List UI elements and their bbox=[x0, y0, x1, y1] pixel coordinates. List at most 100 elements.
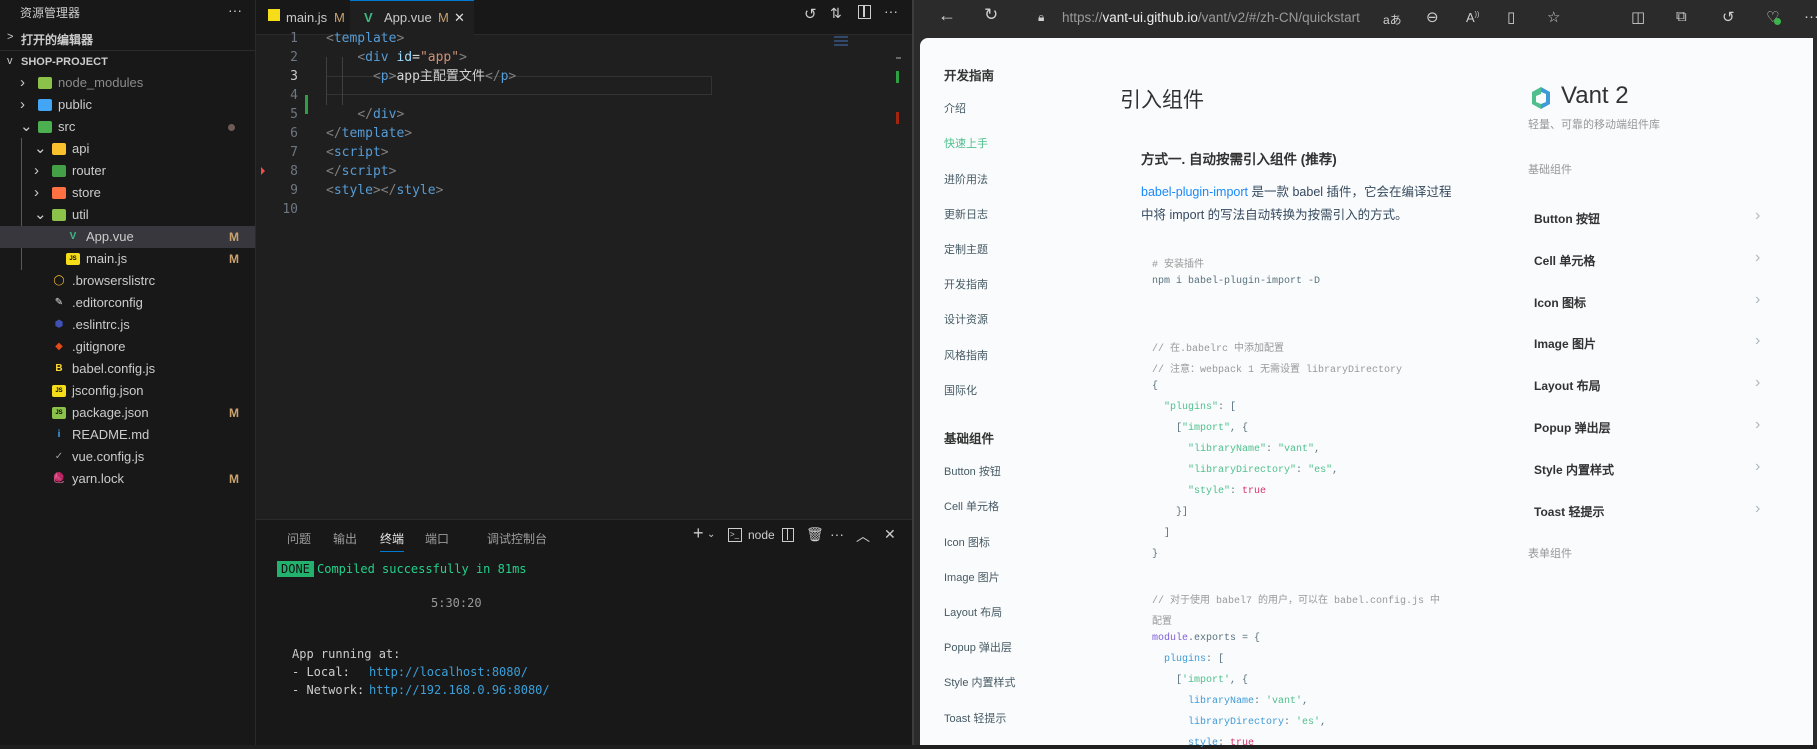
file-icon: ⬢ bbox=[54, 319, 64, 330]
component-list-item[interactable]: Image 图片 › bbox=[920, 332, 1800, 355]
chevron-down-icon[interactable]: ⌄ bbox=[707, 529, 715, 540]
more-icon[interactable]: ··· bbox=[830, 526, 844, 542]
panel-tab[interactable]: 端口 bbox=[425, 530, 449, 547]
code-token: </ bbox=[326, 126, 342, 141]
nav-link[interactable]: 设计资源 bbox=[944, 311, 988, 327]
component-list-item[interactable]: Popup 弹出层 › bbox=[920, 416, 1800, 439]
tree-item-src[interactable]: ⌄ src bbox=[0, 116, 255, 138]
minimap[interactable] bbox=[834, 36, 848, 48]
lock-icon[interactable]: 🔒︎ bbox=[1038, 10, 1044, 25]
tree-item-main-js[interactable]: JS main.js M bbox=[0, 248, 255, 270]
tree-item-vue-config-js[interactable]: ✓ vue.config.js bbox=[0, 446, 255, 468]
tree-item-jsconfig-json[interactable]: JS jsconfig.json bbox=[0, 380, 255, 402]
panel-tab[interactable]: 问题 bbox=[287, 530, 311, 547]
nav-link[interactable]: Toast 轻提示 bbox=[944, 710, 1006, 726]
nav-link[interactable]: Icon 图标 bbox=[944, 534, 990, 550]
nav-link[interactable]: Image 图片 bbox=[944, 569, 1000, 585]
split-editor-icon[interactable] bbox=[858, 5, 871, 19]
network-url-link[interactable]: http://192.168.0.96:8080/ bbox=[369, 683, 550, 697]
component-list-item[interactable]: Cell 单元格 › bbox=[920, 249, 1800, 272]
git-added-gutter bbox=[305, 95, 308, 114]
tree-item-store[interactable]: › store bbox=[0, 182, 255, 204]
code-line[interactable]: <div id="app"> bbox=[326, 48, 467, 67]
local-url-link[interactable]: http://localhost:8080/ bbox=[369, 665, 528, 679]
tree-item--eslintrc-js[interactable]: ⬢ .eslintrc.js bbox=[0, 314, 255, 336]
nav-link[interactable]: Popup 弹出层 bbox=[944, 639, 1012, 655]
tree-item-babel-config-js[interactable]: Bbabel.config.js bbox=[0, 358, 255, 380]
tree-item-readme-md[interactable]: i README.md bbox=[0, 424, 255, 446]
nav-link[interactable]: 进阶用法 bbox=[944, 171, 988, 187]
trash-icon[interactable]: 🗑 bbox=[806, 526, 824, 543]
panel-tab[interactable]: 终端 bbox=[380, 530, 405, 552]
code-line[interactable]: </div> bbox=[326, 105, 404, 124]
tree-item-label: .editorconfig bbox=[72, 295, 143, 310]
refresh-icon[interactable]: ↻ bbox=[984, 5, 998, 25]
tree-item-node-modules[interactable]: › node_modules bbox=[0, 72, 255, 94]
code-token: app主配置文件 bbox=[396, 69, 485, 84]
plus-icon[interactable]: + bbox=[693, 523, 704, 544]
project-section[interactable]: v SHOP-PROJECT bbox=[0, 52, 255, 74]
code-line[interactable]: <template> bbox=[326, 29, 404, 48]
tree-item-label: package.json bbox=[72, 405, 149, 420]
tree-item-router[interactable]: › router bbox=[0, 160, 255, 182]
tree-item--gitignore[interactable]: ◆ .gitignore bbox=[0, 336, 255, 358]
read-aloud-icon[interactable]: A)) bbox=[1466, 10, 1479, 25]
terminal-shell-name[interactable]: node bbox=[748, 528, 775, 542]
tree-item-app-vue[interactable]: V App.vue M bbox=[0, 226, 255, 248]
component-list-item[interactable]: Icon 图标 › bbox=[920, 291, 1800, 314]
tree-item-label: util bbox=[72, 207, 89, 222]
section-heading: 方式一. 自动按需引入组件 (推荐) bbox=[1141, 152, 1337, 167]
code-token: < bbox=[326, 31, 334, 46]
tree-item-util[interactable]: ⌄ util bbox=[0, 204, 255, 226]
open-editors-section[interactable]: > 打开的编辑器 bbox=[0, 28, 255, 50]
code-line[interactable]: </script> bbox=[326, 162, 396, 181]
history-icon[interactable]: ↺ bbox=[1722, 8, 1735, 26]
code-line[interactable]: <style></style> bbox=[326, 181, 443, 200]
component-list-item[interactable]: Button 按钮 › bbox=[920, 207, 1800, 230]
tree-item-public[interactable]: › public bbox=[0, 94, 255, 116]
translate-icon[interactable]: aあ bbox=[1383, 11, 1402, 28]
nav-link[interactable]: Style 内置样式 bbox=[944, 674, 1016, 690]
babel-plugin-import-link[interactable]: babel-plugin-import bbox=[1141, 185, 1248, 199]
line-number: 6 bbox=[290, 126, 298, 141]
address-bar[interactable]: https://vant-ui.github.io/vant/v2/#/zh-C… bbox=[1062, 10, 1360, 25]
more-icon[interactable]: ··· bbox=[228, 2, 242, 18]
code-token: : bbox=[1230, 486, 1243, 497]
compare-changes-icon[interactable]: ⇅ bbox=[830, 5, 842, 22]
maximize-panel-icon[interactable]: ︿ bbox=[856, 526, 870, 546]
more-icon[interactable]: ··· bbox=[1804, 8, 1817, 25]
component-list-item[interactable]: Style 内置样式 › bbox=[920, 458, 1800, 481]
tree-item-package-json[interactable]: JS package.json M bbox=[0, 402, 255, 424]
more-actions-icon[interactable]: ··· bbox=[884, 3, 898, 19]
close-panel-icon[interactable]: ✕ bbox=[884, 526, 896, 543]
immersive-reader-icon[interactable]: ▯ bbox=[1507, 8, 1515, 26]
zoom-out-icon[interactable]: ⊖ bbox=[1426, 8, 1439, 26]
panel-tab[interactable]: 调试控制台 bbox=[487, 530, 547, 547]
tree-item-label: node_modules bbox=[58, 75, 144, 90]
tree-item--editorconfig[interactable]: ✎ .editorconfig bbox=[0, 292, 255, 314]
done-badge: DONE bbox=[277, 561, 314, 577]
tree-item-label: README.md bbox=[72, 427, 150, 442]
component-list-item[interactable]: Toast 轻提示 › bbox=[920, 500, 1800, 523]
back-icon[interactable]: ← bbox=[938, 5, 956, 26]
nav-group-title: 开发指南 bbox=[944, 69, 995, 83]
code-line[interactable]: <p>app主配置文件</p> bbox=[326, 67, 516, 86]
history-icon[interactable]: ↺ bbox=[804, 5, 817, 23]
split-terminal-icon[interactable] bbox=[782, 528, 794, 542]
nav-link[interactable]: 开发指南 bbox=[944, 276, 988, 292]
nav-link[interactable]: 快速上手 bbox=[944, 135, 988, 151]
panel-tab[interactable]: 输出 bbox=[333, 530, 357, 547]
tree-item-yarn-lock[interactable]: 🧶 yarn.lock M bbox=[0, 468, 255, 490]
favorite-star-icon[interactable]: ☆ bbox=[1547, 8, 1560, 26]
nav-link[interactable]: 介绍 bbox=[944, 100, 966, 116]
code-line[interactable]: </template> bbox=[326, 124, 412, 143]
component-list-item[interactable]: Layout 布局 › bbox=[920, 374, 1800, 397]
close-icon[interactable]: ✕ bbox=[454, 4, 465, 31]
nav-link[interactable]: Layout 布局 bbox=[944, 604, 1002, 620]
code-line[interactable]: <script> bbox=[326, 143, 389, 162]
split-screen-icon[interactable]: ◫ bbox=[1631, 8, 1645, 26]
tree-item--browserslistrc[interactable]: ◯ .browserslistrc bbox=[0, 270, 255, 292]
collections-icon[interactable]: ⧉ bbox=[1676, 8, 1687, 25]
tree-item-api[interactable]: ⌄ api bbox=[0, 138, 255, 160]
